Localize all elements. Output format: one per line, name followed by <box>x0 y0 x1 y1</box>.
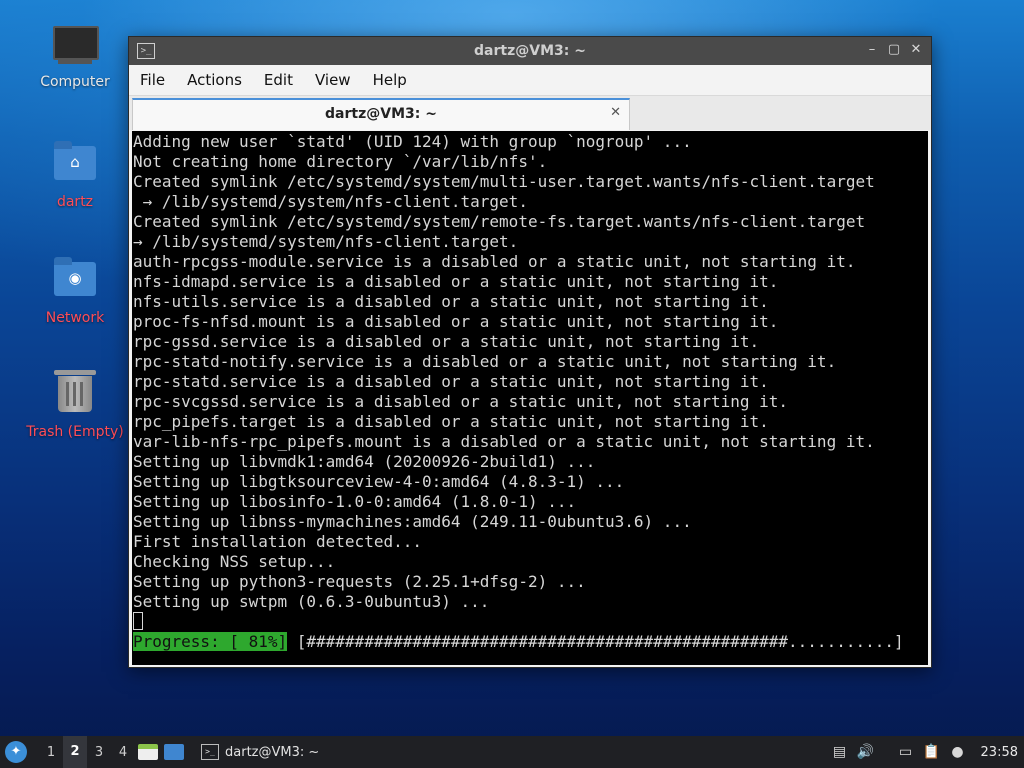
terminal-line: Setting up libgtksourceview-4-0:amd64 (4… <box>133 472 625 491</box>
terminal-line: Created symlink /etc/systemd/system/mult… <box>133 172 875 191</box>
workspace-1[interactable]: 1 <box>39 745 63 760</box>
terminal-line: Setting up libnss-mymachines:amd64 (249.… <box>133 512 692 531</box>
maximize-icon[interactable]: ▢ <box>887 43 901 57</box>
desktop-icon-label: Network <box>45 310 105 326</box>
terminal-cursor-line <box>133 612 928 632</box>
menu-edit[interactable]: Edit <box>255 69 302 91</box>
workspace-3[interactable]: 3 <box>87 745 111 760</box>
terminal-line: rpc-gssd.service is a disabled or a stat… <box>133 332 760 351</box>
text-editor-launcher-icon[interactable] <box>138 744 158 760</box>
updates-notifier-icon[interactable]: ● <box>949 744 967 760</box>
minimize-icon[interactable]: – <box>865 43 879 57</box>
desktop-icon-label: dartz <box>56 194 94 210</box>
tab-bar: dartz@VM3: ~ ✕ <box>129 96 931 130</box>
volume-icon[interactable]: 🔊 <box>857 744 875 760</box>
terminal-output[interactable]: Adding new user `statd' (UID 124) with g… <box>132 131 928 665</box>
clipboard-icon[interactable]: 📋 <box>923 744 941 760</box>
menubar: File Actions Edit View Help <box>129 65 931 96</box>
show-desktop-icon[interactable] <box>164 744 184 760</box>
terminal-line: rpc-statd-notify.service is a disabled o… <box>133 352 837 371</box>
terminal-line: → /lib/systemd/system/nfs-client.target. <box>133 192 528 211</box>
terminal-line: nfs-utils.service is a disabled or a sta… <box>133 292 769 311</box>
clock[interactable]: 23:58 <box>981 745 1018 760</box>
window-title: dartz@VM3: ~ <box>474 43 586 59</box>
window-titlebar[interactable]: >_ dartz@VM3: ~ – ▢ ✕ <box>129 37 931 65</box>
desktop-icon-label: Computer <box>40 74 110 90</box>
system-tray: ▤ 🔊 ▭ 📋 ● 23:58 <box>831 736 1024 768</box>
taskbar-task-terminal[interactable]: >_ dartz@VM3: ~ <box>195 736 325 768</box>
tab-close-icon[interactable]: ✕ <box>610 105 621 120</box>
progress-label: Progress: [ 81%] <box>133 632 288 651</box>
network-folder-icon: ◉ <box>53 257 97 306</box>
menu-file[interactable]: File <box>131 69 174 91</box>
menu-help[interactable]: Help <box>364 69 416 91</box>
package-update-icon[interactable]: ▤ <box>831 744 849 760</box>
desktop-icon-network[interactable]: ◉ Network <box>20 256 130 326</box>
workspace-2[interactable]: 2 <box>63 736 87 768</box>
terminal-line: Setting up libvmdk1:amd64 (20200926-2bui… <box>133 452 596 471</box>
terminal-line: Checking NSS setup... <box>133 552 336 571</box>
trash-icon <box>53 370 97 420</box>
tab-label: dartz@VM3: ~ <box>325 106 437 122</box>
terminal-line: Adding new user `statd' (UID 124) with g… <box>133 132 692 151</box>
terminal-line: First installation detected... <box>133 532 422 551</box>
terminal-line: var-lib-nfs-rpc_pipefs.mount is a disabl… <box>133 432 875 451</box>
taskbar: ✦ 1 2 3 4 >_ dartz@VM3: ~ ▤ 🔊 ▭ 📋 ● 23:5… <box>0 736 1024 768</box>
terminal-line: nfs-idmapd.service is a disabled or a st… <box>133 272 779 291</box>
close-icon[interactable]: ✕ <box>909 43 923 57</box>
start-menu-icon[interactable]: ✦ <box>5 741 27 763</box>
terminal-lines: Adding new user `statd' (UID 124) with g… <box>132 131 928 652</box>
terminal-line: rpc_pipefs.target is a disabled or a sta… <box>133 412 769 431</box>
terminal-line: proc-fs-nfsd.mount is a disabled or a st… <box>133 312 779 331</box>
terminal-line: Created symlink /etc/systemd/system/remo… <box>133 212 866 231</box>
terminal-line: Setting up libosinfo-1.0-0:amd64 (1.8.0-… <box>133 492 577 511</box>
network-icon[interactable]: ▭ <box>897 744 915 760</box>
desktop-icon-trash[interactable]: Trash (Empty) <box>20 370 130 440</box>
computer-icon <box>53 26 99 70</box>
progress-bar: [#######################################… <box>287 632 904 651</box>
terminal-line: Setting up swtpm (0.6.3-0ubuntu3) ... <box>133 592 490 611</box>
desktop-icon-label: Trash (Empty) <box>26 424 124 440</box>
terminal-line: auth-rpcgss-module.service is a disabled… <box>133 252 856 271</box>
desktop-icon-home[interactable]: ⌂ dartz <box>20 140 130 210</box>
home-folder-icon: ⌂ <box>53 141 97 190</box>
terminal-window: >_ dartz@VM3: ~ – ▢ ✕ File Actions Edit … <box>128 36 932 668</box>
menu-view[interactable]: View <box>306 69 360 91</box>
terminal-line: rpc-statd.service is a disabled or a sta… <box>133 372 769 391</box>
terminal-line: Not creating home directory `/var/lib/nf… <box>133 152 548 171</box>
desktop-icon-computer[interactable]: Computer <box>20 22 130 90</box>
workspace-4[interactable]: 4 <box>111 745 135 760</box>
taskbar-task-label: dartz@VM3: ~ <box>225 744 320 760</box>
terminal-cursor <box>133 612 143 630</box>
tab-terminal[interactable]: dartz@VM3: ~ ✕ <box>132 98 630 130</box>
terminal-line: rpc-svcgssd.service is a disabled or a s… <box>133 392 789 411</box>
progress-line: Progress: [ 81%] [######################… <box>133 632 928 652</box>
terminal-icon: >_ <box>201 744 219 760</box>
menu-actions[interactable]: Actions <box>178 69 251 91</box>
terminal-line: Setting up python3-requests (2.25.1+dfsg… <box>133 572 586 591</box>
terminal-line: → /lib/systemd/system/nfs-client.target. <box>133 232 519 251</box>
